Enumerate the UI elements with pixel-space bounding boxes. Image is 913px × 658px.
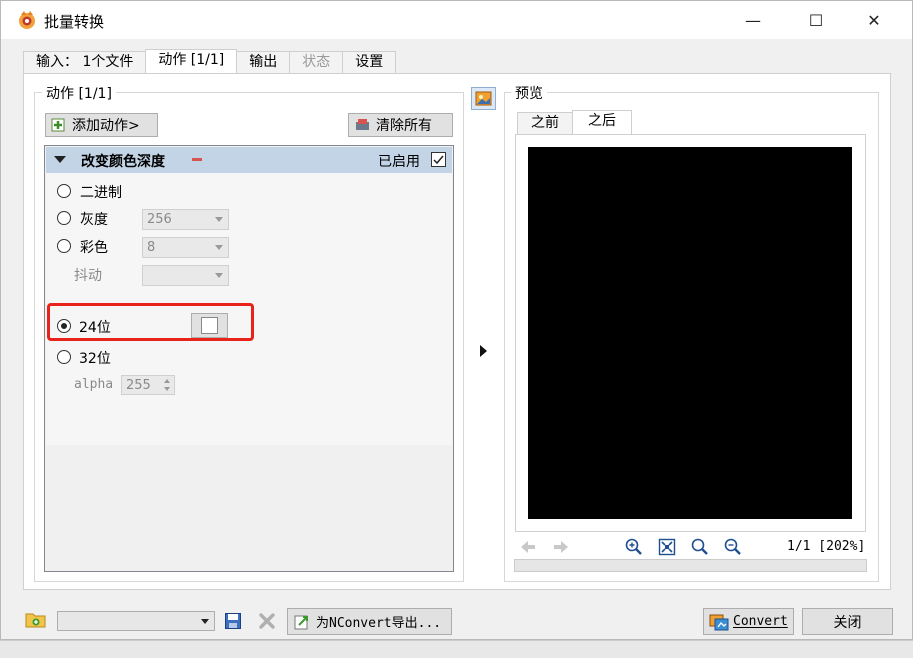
clear-all-icon <box>356 119 369 130</box>
convert-label: Convert <box>733 614 788 629</box>
chevron-down-icon <box>215 217 223 222</box>
tab-after[interactable]: 之后 <box>572 110 632 134</box>
tab-input[interactable]: 输入： 1个文件 <box>23 51 147 73</box>
window-title: 批量转换 <box>44 13 105 31</box>
color-swatch <box>201 317 218 334</box>
next-arrow-icon[interactable] <box>553 540 569 554</box>
enabled-label: 已启用 <box>378 154 420 170</box>
label-grayscale: 灰度 <box>80 212 108 228</box>
close-label: 关闭 <box>833 614 862 631</box>
preview-toggle-button[interactable] <box>471 87 496 110</box>
collapse-arrow-icon[interactable] <box>54 156 66 163</box>
open-folder-button[interactable] <box>24 609 49 633</box>
maximize-button[interactable]: ☐ <box>793 1 839 39</box>
zoom-in-icon[interactable] <box>625 538 643 556</box>
label-dither: 抖动 <box>74 268 102 284</box>
clear-all-label: 清除所有 <box>376 118 432 134</box>
minimize-icon: — <box>745 10 761 30</box>
add-action-icon <box>51 118 65 132</box>
label-alpha: alpha <box>74 377 114 392</box>
alpha-spinbox[interactable]: 255 <box>121 375 175 395</box>
radio-24bit[interactable] <box>57 319 71 333</box>
preview-group-title: 预览 <box>511 83 547 103</box>
actions-group-title: 动作 [1/1] <box>42 83 116 103</box>
export-nconvert-button[interactable]: 为NConvert导出... <box>287 608 452 635</box>
action-name: 改变颜色深度 <box>81 154 165 170</box>
delete-icon[interactable] <box>258 612 276 630</box>
fit-to-window-icon[interactable] <box>658 538 676 556</box>
color-count-value: 8 <box>147 240 156 255</box>
main-tabs: 输入： 1个文件 动作 [1/1] 输出 状态 设置 <box>23 49 397 73</box>
image-preview-icon <box>475 91 492 106</box>
dither-select[interactable] <box>142 265 229 286</box>
tab-before[interactable]: 之前 <box>517 112 573 134</box>
close-button[interactable]: 关闭 <box>802 608 893 635</box>
convert-icon <box>709 614 729 630</box>
previous-arrow-icon[interactable] <box>520 540 536 554</box>
batch-convert-window: 批量转换 — ☐ ✕ 输入： 1个文件 动作 [1/1] 输出 状态 设置 动作… <box>0 0 913 640</box>
add-action-button[interactable]: 添加动作> <box>45 113 158 137</box>
chevron-down-icon <box>215 245 223 250</box>
convert-button[interactable]: Convert <box>703 608 794 635</box>
tab-settings[interactable]: 设置 <box>342 51 397 73</box>
radio-binary[interactable] <box>57 184 71 198</box>
folder-icon <box>25 613 46 628</box>
zoom-actual-icon[interactable] <box>691 538 709 556</box>
grayscale-levels-select[interactable]: 256 <box>142 209 229 230</box>
enabled-checkbox[interactable] <box>431 152 446 167</box>
tab-status[interactable]: 状态 <box>289 51 344 73</box>
chevron-down-icon <box>215 273 223 278</box>
background-color-button[interactable] <box>191 313 228 338</box>
export-nconvert-label: 为NConvert导出... <box>316 616 442 631</box>
preview-page-zoom-status: 1/1 [202%] <box>787 539 866 554</box>
action-header[interactable]: 改变颜色深度 已启用 <box>46 147 452 173</box>
maximize-icon: ☐ <box>808 10 824 30</box>
label-color: 彩色 <box>80 240 108 256</box>
clear-all-button[interactable]: 清除所有 <box>348 113 453 137</box>
preset-select[interactable] <box>57 611 215 631</box>
title-bar: 批量转换 — ☐ ✕ <box>1 1 912 39</box>
tab-output[interactable]: 输出 <box>236 51 291 73</box>
spin-up-icon[interactable] <box>164 379 170 383</box>
alpha-value: 255 <box>126 378 151 393</box>
close-icon: ✕ <box>867 10 881 30</box>
preview-image <box>528 147 852 519</box>
spin-down-icon[interactable] <box>164 387 170 391</box>
xnview-app-icon <box>19 11 35 29</box>
tab-actions[interactable]: 动作 [1/1] <box>145 49 238 73</box>
expand-right-icon[interactable] <box>480 345 487 357</box>
radio-grayscale[interactable] <box>57 211 71 225</box>
color-count-select[interactable]: 8 <box>142 237 229 258</box>
label-binary: 二进制 <box>80 185 122 201</box>
label-32bit: 32位 <box>79 351 111 367</box>
grayscale-levels-value: 256 <box>147 212 172 227</box>
radio-color[interactable] <box>57 239 71 253</box>
save-icon[interactable] <box>224 612 242 630</box>
export-icon <box>294 615 308 629</box>
background-app-bottom-edge <box>0 640 913 658</box>
add-action-label: 添加动作> <box>72 118 140 134</box>
minimize-button[interactable]: — <box>730 1 776 39</box>
preview-tabs: 之前 之后 <box>517 110 632 134</box>
checkmark-icon <box>433 155 444 165</box>
chevron-down-icon <box>201 619 209 624</box>
close-window-button[interactable]: ✕ <box>851 1 897 39</box>
radio-32bit[interactable] <box>57 350 71 364</box>
preview-progress-bar <box>514 559 867 572</box>
label-24bit: 24位 <box>79 320 111 336</box>
remove-action-icon[interactable] <box>192 158 202 161</box>
zoom-out-icon[interactable] <box>724 538 742 556</box>
